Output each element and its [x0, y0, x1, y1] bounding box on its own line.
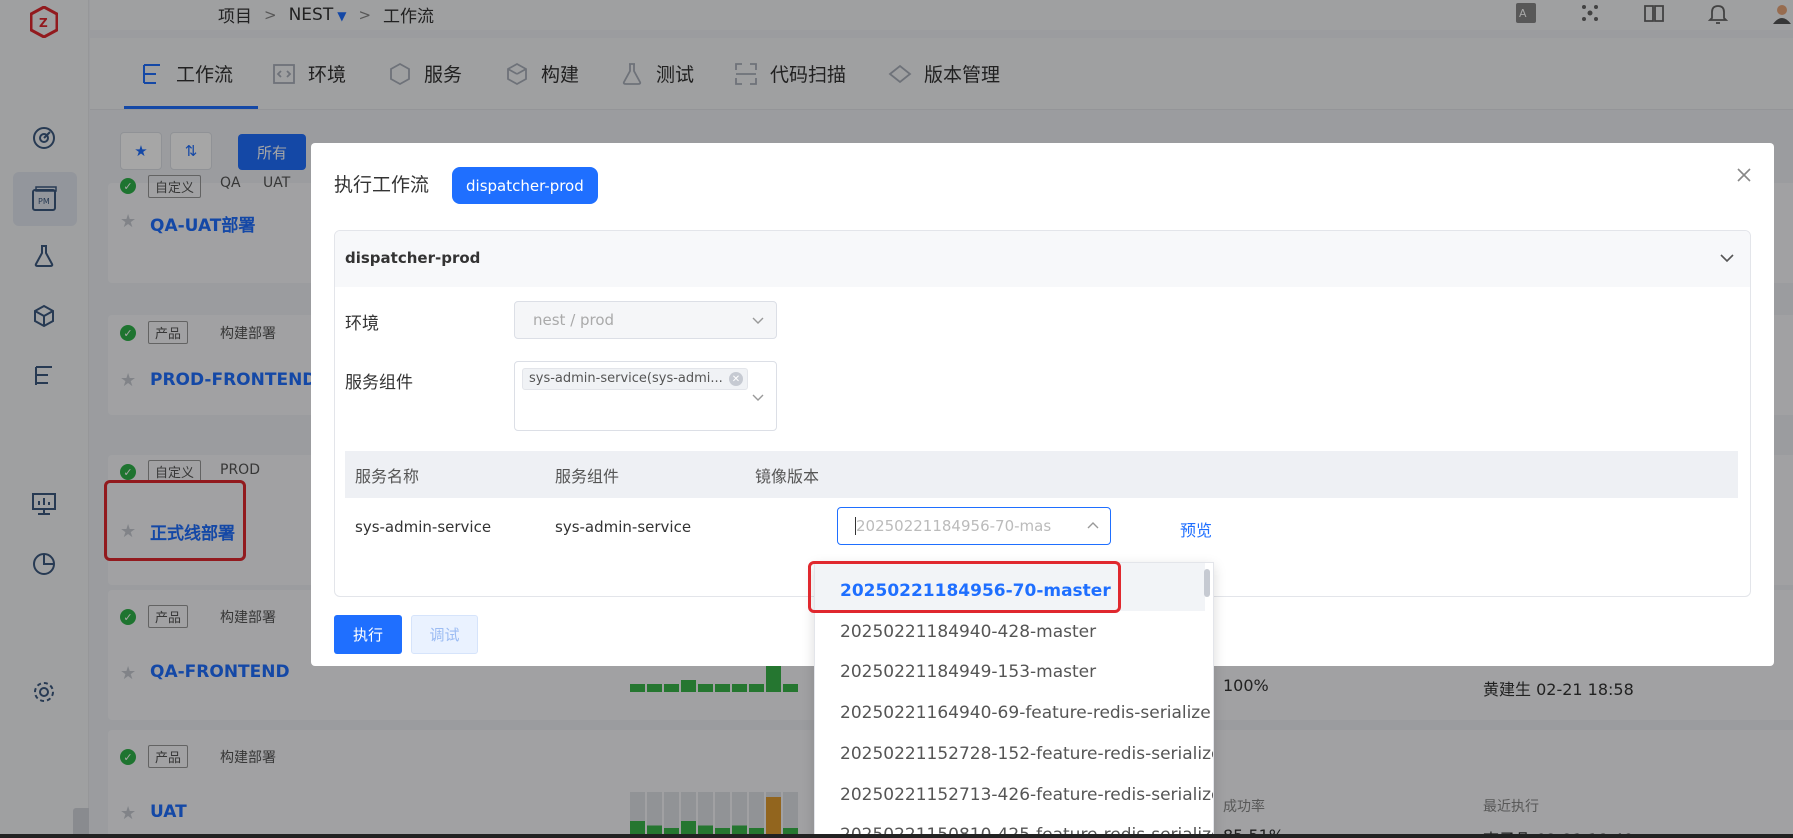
env-label: 环境	[345, 314, 379, 334]
image-version-select[interactable]: 20250221184956-70-master	[837, 507, 1111, 545]
close-icon[interactable]	[1734, 165, 1754, 185]
services-table-header: 服务名称 服务组件 镜像版本	[345, 451, 1738, 498]
highlight-box	[808, 561, 1121, 613]
dropdown-option[interactable]: 20250221164940-69-feature-redis-serializ…	[840, 703, 1211, 723]
workflow-section: dispatcher-prod 环境 nest / prod 服务组件 sys-…	[334, 230, 1751, 597]
dropdown-option[interactable]: 20250221152728-152-feature-redis-seriali…	[840, 744, 1213, 764]
text-cursor	[855, 517, 856, 535]
service-name-cell: sys-admin-service	[355, 518, 492, 536]
dialog-title: 执行工作流	[334, 174, 430, 196]
section-title: dispatcher-prod	[345, 249, 481, 267]
image-version-placeholder: 20250221184956-70-master	[856, 517, 1051, 535]
column-header: 服务组件	[555, 467, 620, 486]
column-header: 镜像版本	[755, 467, 820, 486]
section-header[interactable]: dispatcher-prod	[335, 231, 1750, 287]
debug-button[interactable]: 调试	[411, 615, 478, 654]
preview-link[interactable]: 预览	[1180, 517, 1212, 541]
execute-button[interactable]: 执行	[334, 615, 402, 654]
workflow-name-pill: dispatcher-prod	[452, 167, 598, 204]
chevron-down-icon[interactable]	[1718, 249, 1736, 267]
env-value: nest / prod	[533, 311, 615, 329]
dropdown-option[interactable]: 20250221184940-428-master	[840, 622, 1096, 642]
dropdown-option[interactable]: 20250221184949-153-master	[840, 662, 1096, 682]
bottom-border	[0, 834, 1793, 838]
env-select: nest / prod	[514, 301, 777, 339]
component-chip: sys-admin-service(sys-admi...	[522, 368, 748, 390]
chevron-down-icon	[752, 317, 764, 324]
chip-remove-icon[interactable]: ✕	[729, 372, 743, 386]
dropdown-scrollbar[interactable]	[1204, 569, 1210, 597]
component-label: 服务组件	[345, 373, 413, 393]
chevron-up-icon	[1087, 522, 1099, 529]
column-header: 服务名称	[355, 467, 420, 486]
chevron-down-icon	[752, 394, 764, 401]
dropdown-option[interactable]: 20250221152713-426-feature-redis-seriali…	[840, 785, 1213, 805]
service-component-cell: sys-admin-service	[555, 518, 692, 536]
component-multiselect[interactable]: sys-admin-service(sys-admi... ✕	[514, 361, 777, 431]
